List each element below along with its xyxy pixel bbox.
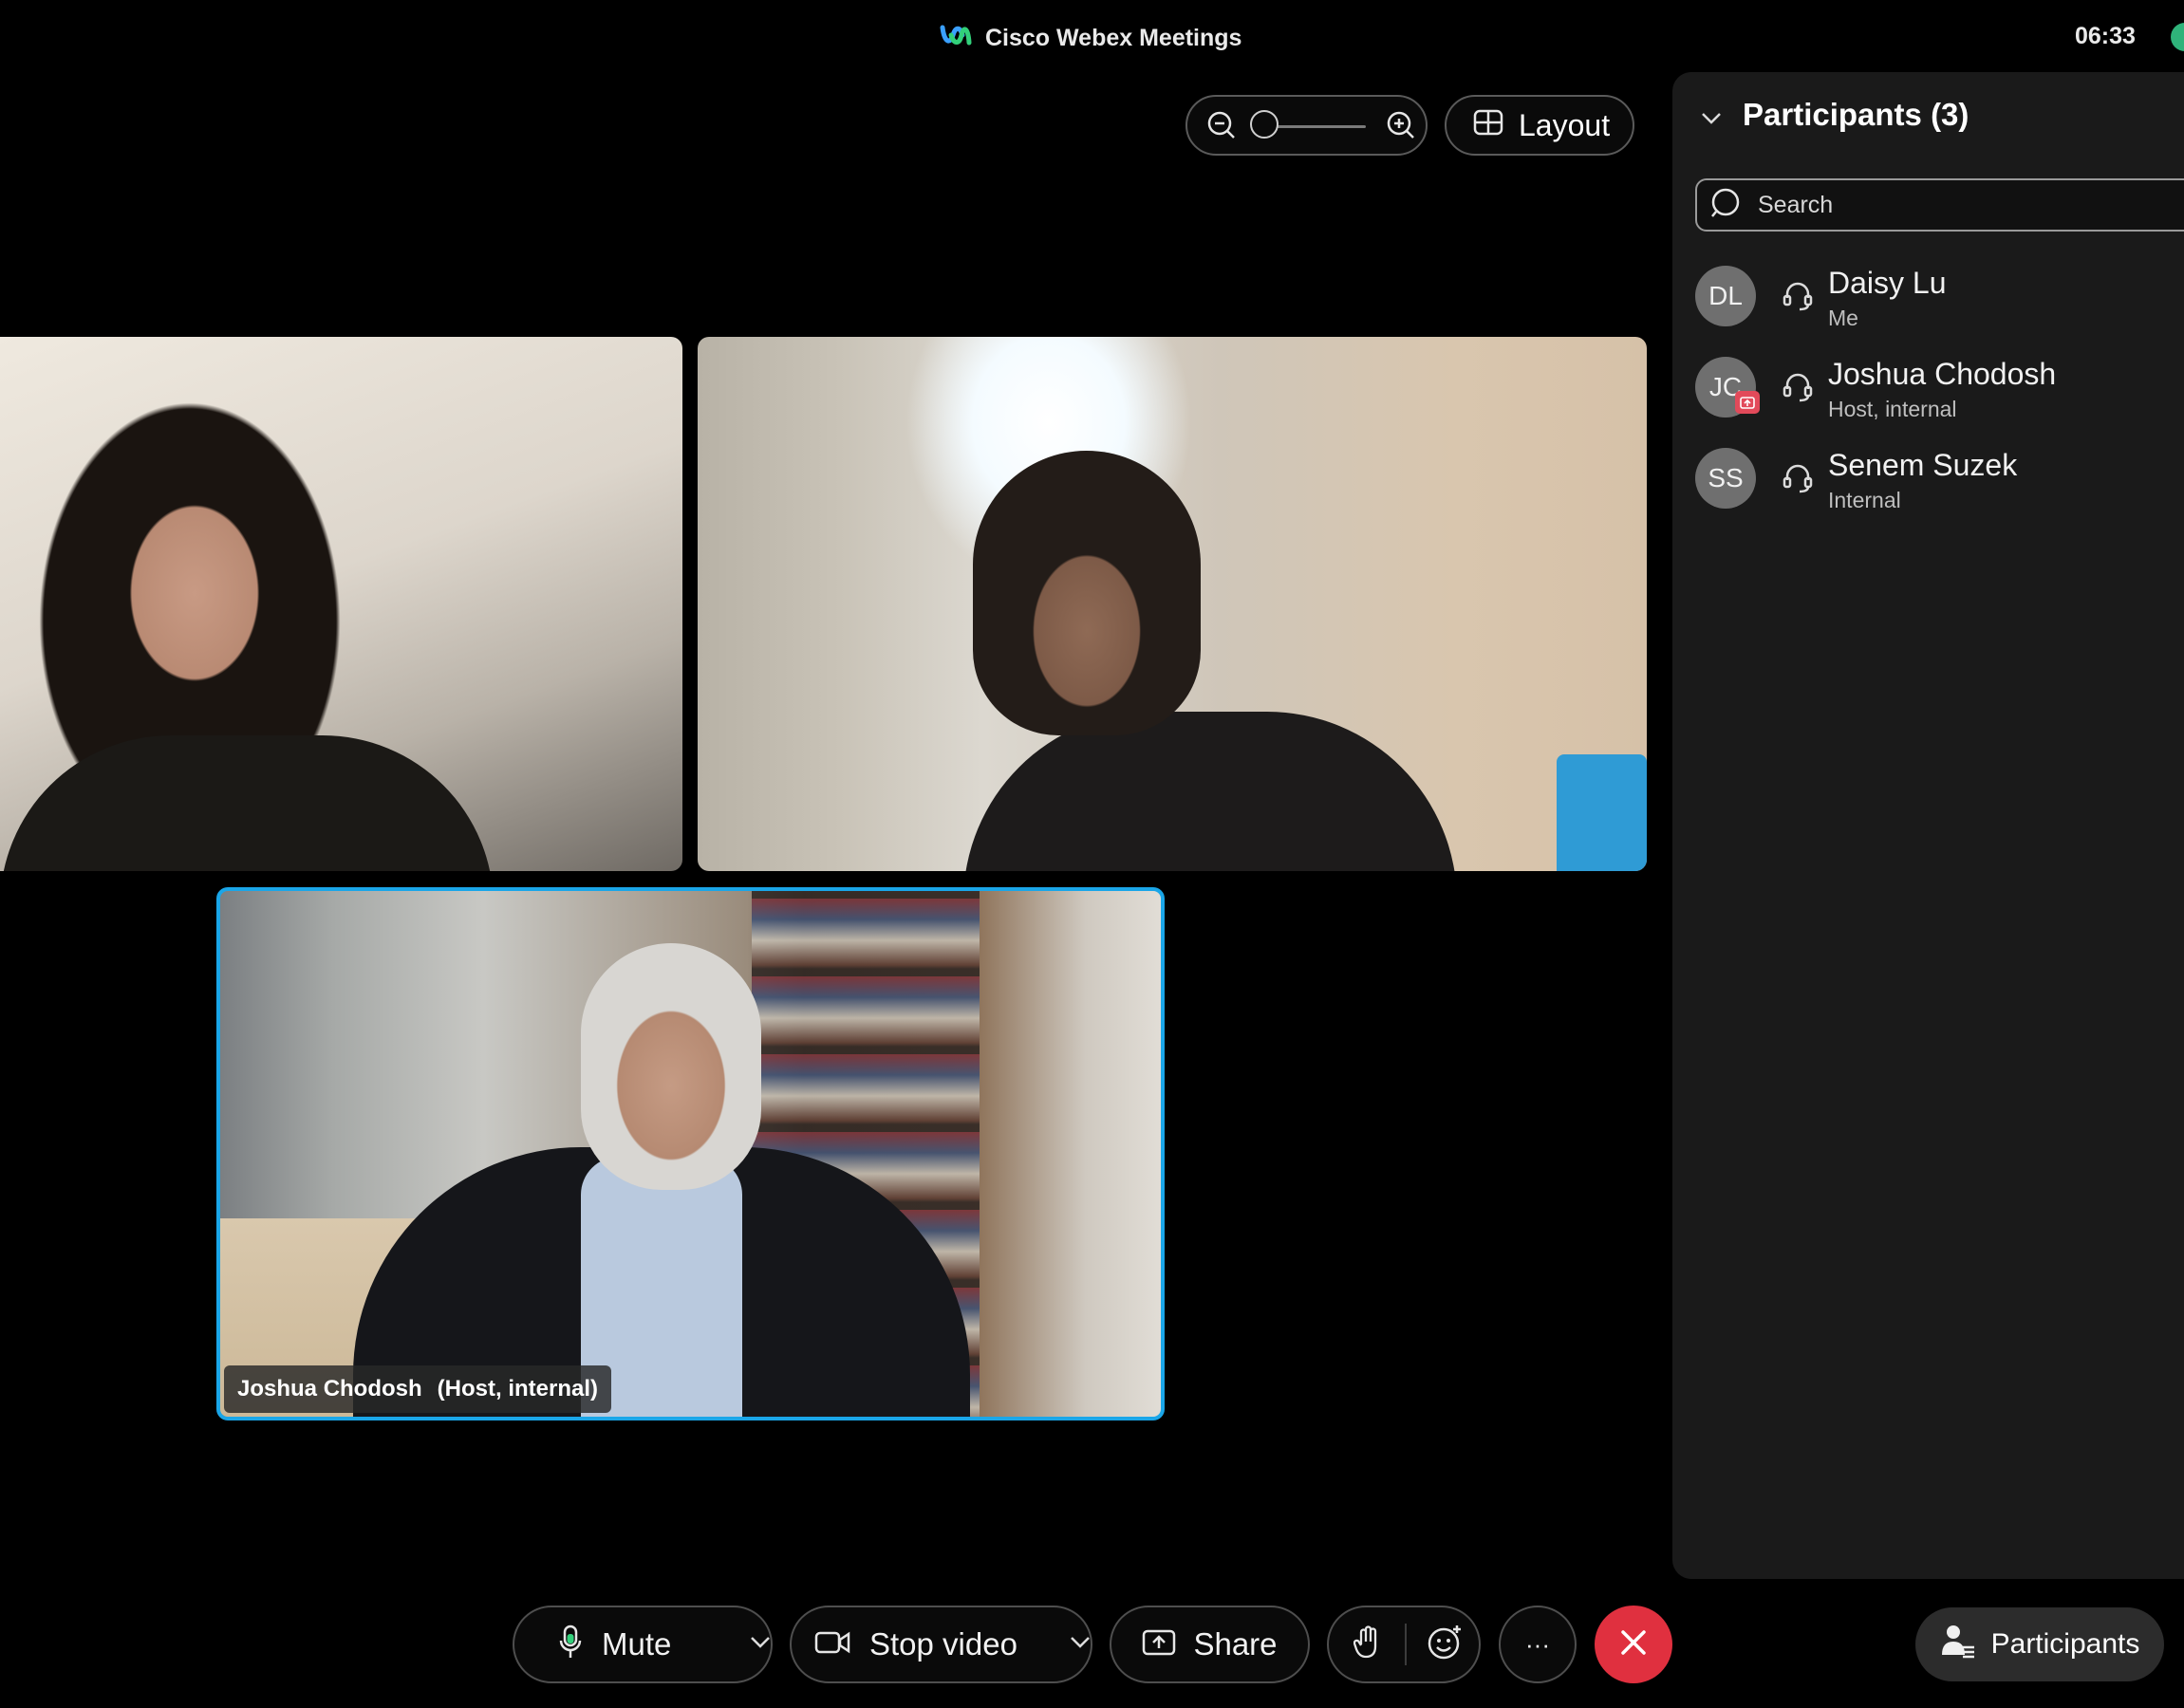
more-label: ··· <box>1525 1629 1550 1659</box>
search-input[interactable] <box>1756 190 2139 220</box>
layout-button[interactable]: Layout <box>1445 95 1634 156</box>
video-feed-figure <box>581 943 761 1190</box>
headset-icon <box>1781 370 1815 404</box>
participants-button[interactable]: Participants <box>1915 1607 2164 1681</box>
speaker-name-label: Joshua Chodosh (Host, internal) <box>224 1365 612 1413</box>
window-title: Cisco Webex Meetings <box>985 24 1242 51</box>
speaker-role: (Host, internal) <box>437 1376 599 1402</box>
participants-button-label: Participants <box>1990 1628 2140 1660</box>
more-options-button[interactable]: ··· <box>1499 1606 1577 1683</box>
stop-video-button-group: Stop video <box>790 1606 1092 1683</box>
video-feed-figure <box>963 712 1457 871</box>
mute-button[interactable]: Mute <box>514 1607 738 1681</box>
app-title: Cisco Webex Meetings <box>940 21 1241 55</box>
sharing-badge-icon <box>1735 391 1760 414</box>
clock: 06:33 <box>2075 23 2136 49</box>
layout-label: Layout <box>1519 107 1611 142</box>
headset-icon <box>1781 461 1815 495</box>
mute-button-group: Mute <box>513 1606 773 1683</box>
participant-role: Internal <box>1828 488 1901 512</box>
headset-icon <box>1781 279 1815 313</box>
video-camera-icon <box>814 1629 850 1661</box>
participant-row[interactable]: DL Daisy Lu Me <box>1695 260 2184 347</box>
participant-row[interactable]: JC Joshua Chodosh Host, internal <box>1695 351 2184 438</box>
mute-label: Mute <box>602 1626 672 1662</box>
participants-icon <box>1940 1623 1976 1666</box>
zoom-out-icon[interactable] <box>1206 110 1237 140</box>
zoom-in-icon[interactable] <box>1386 110 1416 140</box>
video-feed-object <box>1557 754 1647 871</box>
participant-name: Joshua Chodosh <box>1828 357 2057 391</box>
webex-logo-icon <box>940 22 972 55</box>
stop-video-button[interactable]: Stop video <box>792 1607 1051 1681</box>
search-box[interactable] <box>1695 178 2184 232</box>
video-tile-senem[interactable] <box>698 337 1647 871</box>
participants-panel-title: Participants (3) <box>1743 97 1969 132</box>
smiley-icon[interactable] <box>1426 1624 1464 1666</box>
search-icon <box>1710 187 1743 224</box>
participant-role: Host, internal <box>1828 397 1957 421</box>
share-button[interactable]: Share <box>1110 1606 1310 1683</box>
zoom-control <box>1185 95 1428 156</box>
stop-video-label: Stop video <box>869 1626 1017 1662</box>
speaker-name: Joshua Chodosh <box>237 1376 422 1402</box>
reactions-group <box>1327 1606 1481 1683</box>
participant-role: Me <box>1828 306 1858 330</box>
participants-panel: Participants (3) DL Daisy Lu Me JC Joshu… <box>1672 72 2184 1579</box>
video-feed-figure <box>0 735 494 871</box>
participants-panel-header[interactable]: Participants (3) <box>1701 97 1969 133</box>
participant-name: Daisy Lu <box>1828 266 1947 300</box>
avatar: DL <box>1695 266 1756 326</box>
video-tile-active-speaker[interactable]: Joshua Chodosh (Host, internal) <box>216 887 1165 1420</box>
video-tile-daisy[interactable] <box>0 337 682 871</box>
participant-row[interactable]: SS Senem Suzek Internal <box>1695 442 2184 529</box>
chevron-down-icon[interactable] <box>750 1636 771 1654</box>
leave-meeting-button[interactable] <box>1595 1606 1672 1683</box>
video-feed-figure <box>973 451 1201 735</box>
close-icon <box>1619 1628 1648 1662</box>
zoom-slider-thumb[interactable] <box>1250 110 1279 139</box>
raise-hand-icon[interactable] <box>1353 1624 1382 1664</box>
grid-icon <box>1473 108 1503 143</box>
share-label: Share <box>1193 1626 1278 1662</box>
divider <box>1405 1624 1407 1665</box>
participant-name: Senem Suzek <box>1828 448 2018 482</box>
microphone-icon <box>558 1624 583 1665</box>
share-screen-icon <box>1142 1628 1176 1662</box>
avatar: SS <box>1695 448 1756 509</box>
chevron-down-icon[interactable] <box>1070 1636 1091 1654</box>
chevron-down-icon[interactable] <box>1701 97 1722 133</box>
